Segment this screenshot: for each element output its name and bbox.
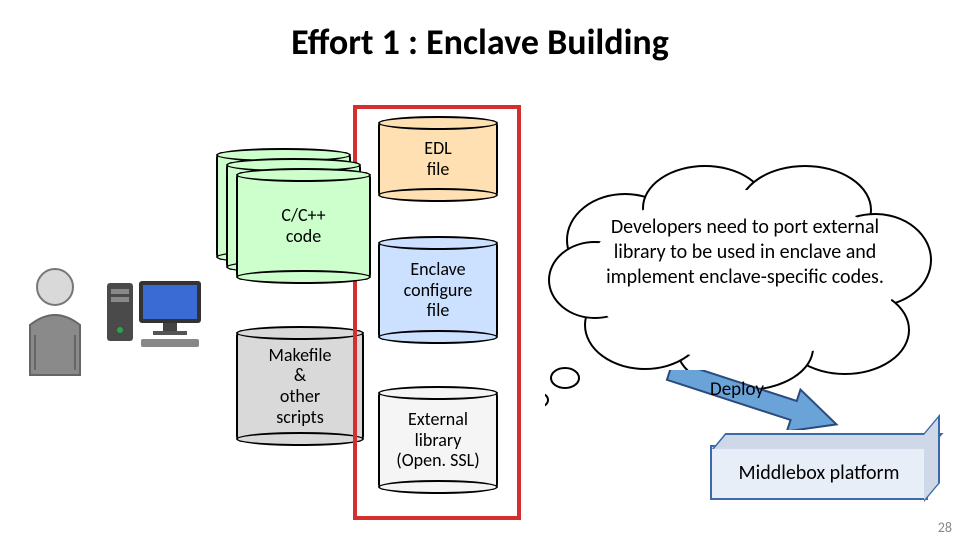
doc-ccpp-label: C/C++ code: [281, 205, 325, 246]
callout-text: Developers need to port external library…: [595, 215, 895, 290]
doc-ccpp: C/C++ code: [236, 172, 371, 280]
doc-makefile: Makefile & other scripts: [236, 330, 364, 442]
deploy-arrow: Deploy: [660, 370, 840, 414]
platform-label: Middlebox platform: [739, 461, 900, 485]
doc-edl-label: EDL file: [424, 138, 451, 179]
deploy-label: Deploy: [710, 378, 764, 401]
doc-edl: EDL file: [378, 120, 498, 198]
doc-extlib: External library (Open. SSL): [378, 390, 498, 490]
developer-icon: [20, 265, 90, 385]
computer-icon: [105, 275, 205, 345]
platform-block: Middlebox platform: [710, 445, 928, 500]
page-number: 28: [938, 519, 952, 536]
slide-title: Effort 1 : Enclave Building: [0, 0, 960, 64]
diagram-canvas: C/C++ code Makefile & other scripts EDL …: [0, 90, 960, 540]
doc-makefile-label: Makefile & other scripts: [268, 345, 331, 428]
doc-enclave-cfg-label: Enclave configure file: [404, 259, 473, 321]
doc-enclave-cfg: Enclave configure file: [378, 240, 498, 340]
doc-extlib-label: External library (Open. SSL): [396, 409, 479, 471]
